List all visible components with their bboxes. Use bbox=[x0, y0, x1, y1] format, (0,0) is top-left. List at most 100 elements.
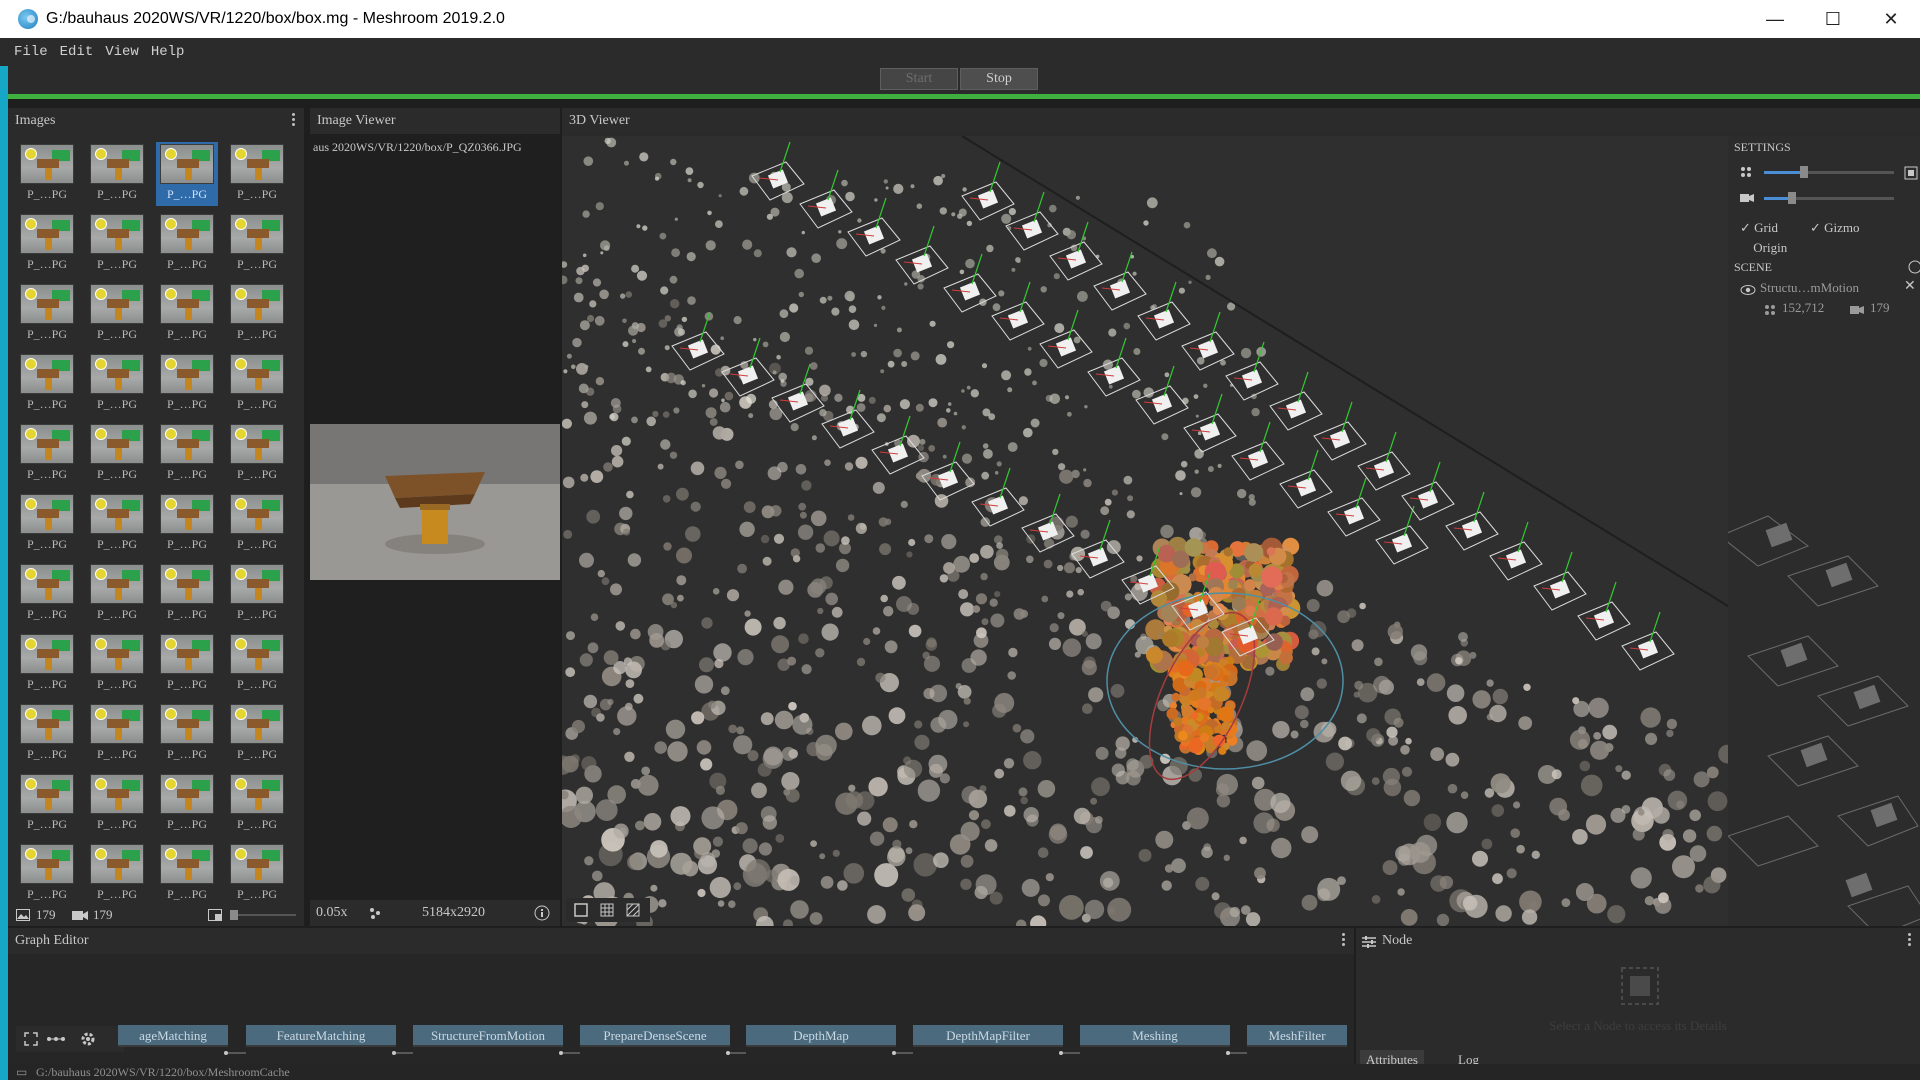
image-count: 179 bbox=[36, 907, 56, 922]
image-thumbnail[interactable]: P_…PG bbox=[156, 562, 218, 626]
image-thumbnail[interactable]: P_…PG bbox=[86, 212, 148, 276]
image-thumbnail[interactable]: P_…PG bbox=[16, 422, 78, 486]
3d-scene-canvas[interactable] bbox=[562, 136, 1728, 926]
node-structurefrommotion[interactable]: StructureFromMotion bbox=[413, 1025, 563, 1047]
image-thumbnail[interactable]: P_…PG bbox=[16, 772, 78, 836]
graph-settings-gear-icon[interactable] bbox=[80, 1031, 96, 1047]
menu-file[interactable]: File bbox=[14, 44, 48, 60]
image-thumbnail[interactable]: P_…PG bbox=[86, 142, 148, 206]
info-icon[interactable] bbox=[534, 905, 550, 921]
image-thumbnail[interactable]: P_…PG bbox=[16, 282, 78, 346]
thumbnail-label: P_…PG bbox=[96, 537, 137, 551]
image-thumbnail[interactable]: P_…PG bbox=[156, 212, 218, 276]
thumbnail-image bbox=[90, 844, 144, 884]
thumbnail-label: P_…PG bbox=[236, 677, 277, 691]
image-thumbnail[interactable]: P_…PG bbox=[156, 142, 218, 206]
thumbnail-image bbox=[230, 214, 284, 254]
grid-view-icon[interactable] bbox=[600, 903, 614, 917]
image-thumbnail[interactable]: P_…PG bbox=[226, 282, 288, 346]
node-meshfilter[interactable]: MeshFilter bbox=[1247, 1025, 1347, 1047]
node-depthmap[interactable]: DepthMap bbox=[746, 1025, 896, 1047]
scene-info-icon[interactable] bbox=[1908, 260, 1920, 274]
image-thumbnail[interactable]: P_…PG bbox=[226, 702, 288, 766]
settings-title: SETTINGS bbox=[1734, 140, 1791, 154]
node-preparedensescene[interactable]: PrepareDenseScene bbox=[580, 1025, 730, 1047]
image-thumbnail[interactable]: P_…PG bbox=[226, 422, 288, 486]
images-menu-icon[interactable] bbox=[292, 113, 296, 129]
node-imagematching[interactable]: ageMatching bbox=[118, 1025, 228, 1047]
image-thumbnail[interactable]: P_…PG bbox=[16, 212, 78, 276]
image-thumbnail[interactable]: P_…PG bbox=[86, 282, 148, 346]
image-preview[interactable] bbox=[310, 424, 560, 580]
image-thumbnail[interactable]: P_…PG bbox=[16, 632, 78, 696]
thumbnail-size-icon[interactable] bbox=[208, 909, 222, 921]
thumbnail-image bbox=[20, 634, 74, 674]
graph-editor-menu-icon[interactable] bbox=[1342, 933, 1346, 949]
fit-view-icon[interactable] bbox=[1904, 166, 1918, 180]
fit-graph-icon[interactable] bbox=[24, 1032, 38, 1046]
thumbnail-label: P_…PG bbox=[26, 327, 67, 341]
image-thumbnail[interactable]: P_…PG bbox=[16, 492, 78, 556]
graph-canvas[interactable] bbox=[8, 954, 1354, 1080]
scene-point-count: 152,712 bbox=[1782, 300, 1825, 315]
image-thumbnail[interactable]: P_…PG bbox=[16, 842, 78, 906]
layout-graph-icon[interactable] bbox=[46, 1032, 66, 1046]
image-thumbnail[interactable]: P_…PG bbox=[156, 282, 218, 346]
point-size-slider[interactable] bbox=[1764, 166, 1894, 178]
node-panel-menu-icon[interactable] bbox=[1908, 933, 1912, 949]
stop-button[interactable]: Stop bbox=[960, 68, 1038, 90]
thumbnail-size-slider[interactable] bbox=[230, 910, 296, 920]
visibility-eye-icon[interactable] bbox=[1740, 284, 1756, 296]
remove-scene-item-icon[interactable]: ✕ bbox=[1904, 278, 1916, 295]
scene-item-name[interactable]: Structu…mMotion bbox=[1760, 280, 1859, 296]
origin-checkbox[interactable]: Origin bbox=[1740, 240, 1787, 256]
thumbnail-image bbox=[160, 634, 214, 674]
image-thumbnail[interactable]: P_…PG bbox=[226, 492, 288, 556]
image-thumbnail[interactable]: P_…PG bbox=[226, 212, 288, 276]
image-thumbnail[interactable]: P_…PG bbox=[156, 702, 218, 766]
node-meshing[interactable]: Meshing bbox=[1080, 1025, 1230, 1047]
menu-edit[interactable]: Edit bbox=[60, 44, 94, 60]
features-icon[interactable] bbox=[368, 906, 382, 920]
image-thumbnail[interactable]: P_…PG bbox=[156, 492, 218, 556]
image-thumbnail[interactable]: P_…PG bbox=[86, 772, 148, 836]
thumbnail-label: P_…PG bbox=[26, 747, 67, 761]
image-thumbnail[interactable]: P_…PG bbox=[86, 562, 148, 626]
image-thumbnail[interactable]: P_…PG bbox=[226, 352, 288, 416]
camera-scale-slider[interactable] bbox=[1764, 192, 1894, 204]
image-thumbnail[interactable]: P_…PG bbox=[156, 632, 218, 696]
image-thumbnail[interactable]: P_…PG bbox=[156, 422, 218, 486]
image-thumbnail[interactable]: P_…PG bbox=[156, 772, 218, 836]
menu-view[interactable]: View bbox=[105, 44, 139, 60]
grid-checkbox[interactable]: ✓ Grid bbox=[1740, 220, 1778, 236]
image-thumbnail[interactable]: P_…PG bbox=[226, 142, 288, 206]
minimize-button[interactable]: — bbox=[1746, 0, 1804, 38]
image-thumbnail[interactable]: P_…PG bbox=[16, 562, 78, 626]
image-thumbnail[interactable]: P_…PG bbox=[86, 702, 148, 766]
textured-view-icon[interactable] bbox=[626, 903, 640, 917]
image-thumbnail[interactable]: P_…PG bbox=[86, 492, 148, 556]
image-thumbnail[interactable]: P_…PG bbox=[86, 842, 148, 906]
menu-help[interactable]: Help bbox=[151, 44, 185, 60]
node-featurematching[interactable]: FeatureMatching bbox=[246, 1025, 396, 1047]
image-thumbnail[interactable]: P_…PG bbox=[16, 702, 78, 766]
image-thumbnail[interactable]: P_…PG bbox=[16, 142, 78, 206]
image-thumbnail[interactable]: P_…PG bbox=[86, 632, 148, 696]
maximize-button[interactable]: ☐ bbox=[1804, 0, 1862, 38]
image-thumbnail[interactable]: P_…PG bbox=[226, 842, 288, 906]
gizmo-checkbox[interactable]: ✓ Gizmo bbox=[1810, 220, 1860, 236]
image-thumbnail[interactable]: P_…PG bbox=[226, 772, 288, 836]
cache-folder-icon[interactable]: ▭ bbox=[16, 1064, 27, 1080]
image-thumbnail[interactable]: P_…PG bbox=[226, 632, 288, 696]
image-thumbnail[interactable]: P_…PG bbox=[16, 352, 78, 416]
image-thumbnail[interactable]: P_…PG bbox=[226, 562, 288, 626]
thumbnail-image bbox=[230, 844, 284, 884]
image-thumbnail[interactable]: P_…PG bbox=[86, 352, 148, 416]
node-depthmapfilter[interactable]: DepthMapFilter bbox=[913, 1025, 1063, 1047]
image-thumbnail[interactable]: P_…PG bbox=[156, 842, 218, 906]
close-button[interactable]: ✕ bbox=[1862, 0, 1920, 38]
start-button[interactable]: Start bbox=[880, 68, 958, 90]
image-thumbnail[interactable]: P_…PG bbox=[86, 422, 148, 486]
image-thumbnail[interactable]: P_…PG bbox=[156, 352, 218, 416]
solid-view-icon[interactable] bbox=[574, 903, 588, 917]
